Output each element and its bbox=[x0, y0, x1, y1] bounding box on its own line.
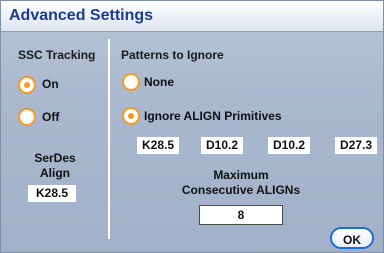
patterns-none-label[interactable]: None bbox=[144, 75, 174, 89]
patterns-to-ignore-heading: Patterns to Ignore bbox=[121, 48, 224, 62]
ignore-align-label[interactable]: Ignore ALIGN Primitives bbox=[144, 109, 282, 123]
serdes-align-value[interactable]: K28.5 bbox=[28, 185, 76, 202]
serdes-align-label: SerDes Align bbox=[15, 151, 95, 181]
dialog-title: Advanced Settings bbox=[9, 7, 154, 24]
max-label-line1: Maximum bbox=[213, 168, 269, 182]
max-consecutive-aligns-label: Maximum Consecutive ALIGNs bbox=[161, 168, 321, 198]
title-bar: Advanced Settings bbox=[1, 1, 383, 32]
ssc-on-label[interactable]: On bbox=[42, 77, 59, 91]
primitive-box-4[interactable]: D27.3 bbox=[335, 137, 377, 154]
advanced-settings-dialog: Advanced Settings SSC Tracking On Off Se… bbox=[0, 0, 384, 253]
ssc-off-label[interactable]: Off bbox=[42, 110, 59, 124]
radio-selected-dot bbox=[24, 82, 30, 88]
serdes-label-line1: SerDes bbox=[34, 151, 76, 165]
ssc-off-radio[interactable] bbox=[18, 108, 36, 126]
primitive-box-2[interactable]: D10.2 bbox=[201, 137, 243, 154]
primitive-box-1[interactable]: K28.5 bbox=[137, 137, 179, 154]
radio-selected-dot bbox=[128, 113, 134, 119]
ssc-on-radio[interactable] bbox=[18, 76, 36, 94]
ok-button[interactable]: OK bbox=[330, 227, 374, 249]
column-divider bbox=[108, 39, 110, 239]
ignore-align-radio[interactable] bbox=[122, 107, 140, 125]
patterns-none-radio[interactable] bbox=[122, 73, 140, 91]
primitive-box-3[interactable]: D10.2 bbox=[268, 137, 310, 154]
max-label-line2: Consecutive ALIGNs bbox=[181, 183, 301, 197]
ssc-tracking-heading: SSC Tracking bbox=[18, 48, 96, 62]
serdes-label-line2: Align bbox=[40, 166, 70, 180]
max-consecutive-aligns-input[interactable]: 8 bbox=[199, 205, 283, 225]
